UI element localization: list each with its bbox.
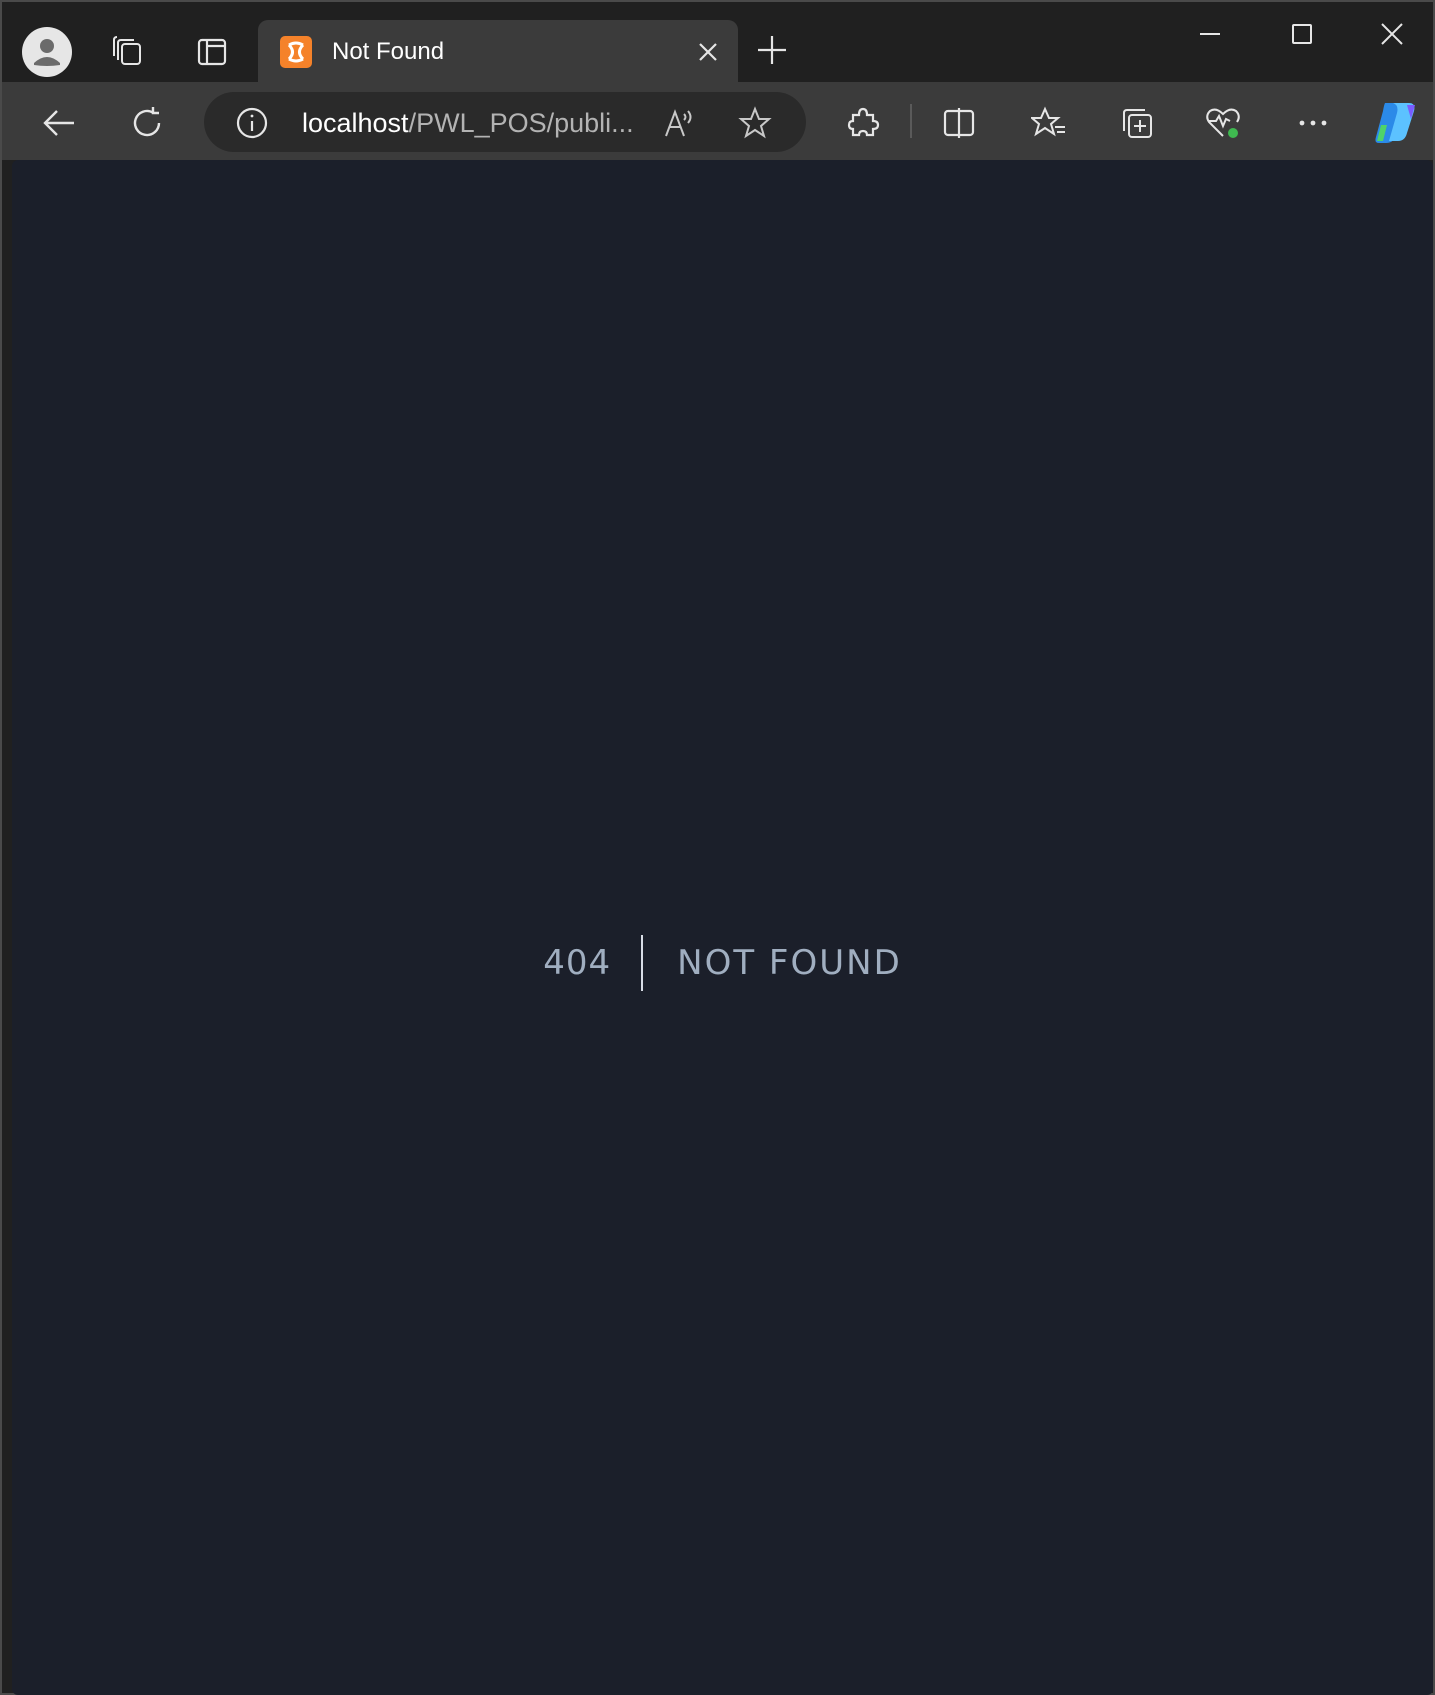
title-bar: Not Found bbox=[2, 2, 1433, 82]
vertical-tabs-icon[interactable] bbox=[192, 32, 232, 72]
tab-not-found[interactable]: Not Found bbox=[258, 20, 738, 82]
url-path: /PWL_POS/publi... bbox=[408, 108, 634, 138]
url-host: localhost bbox=[302, 108, 409, 138]
error-code: 404 bbox=[543, 942, 612, 983]
extensions-icon[interactable] bbox=[842, 102, 884, 144]
plus-icon[interactable] bbox=[754, 32, 790, 68]
info-icon[interactable] bbox=[234, 105, 270, 141]
collections-icon[interactable] bbox=[1116, 102, 1158, 144]
read-aloud-icon[interactable] bbox=[660, 104, 698, 142]
page-viewport: 404 NOT FOUND bbox=[12, 160, 1433, 1695]
error-content: 404 NOT FOUND bbox=[543, 934, 902, 991]
profile-icon[interactable] bbox=[22, 27, 72, 77]
back-arrow-icon[interactable] bbox=[38, 102, 80, 144]
more-icon[interactable] bbox=[1292, 102, 1334, 144]
tab-title: Not Found bbox=[332, 38, 445, 65]
xampp-icon bbox=[280, 36, 312, 68]
workspaces-icon[interactable] bbox=[108, 32, 148, 72]
url-text[interactable]: localhost/PWL_POS/publi... bbox=[302, 108, 634, 139]
maximize-icon[interactable] bbox=[1284, 16, 1320, 52]
refresh-icon[interactable] bbox=[126, 102, 168, 144]
star-icon[interactable] bbox=[736, 104, 774, 142]
error-message: NOT FOUND bbox=[677, 942, 902, 983]
browser-window: Not Found localhost/PWL_POS/publi... 404… bbox=[0, 0, 1435, 1695]
heartbeat-icon[interactable] bbox=[1202, 102, 1244, 144]
close-icon[interactable] bbox=[1374, 16, 1410, 52]
navigation-toolbar: localhost/PWL_POS/publi... bbox=[2, 82, 1433, 160]
split-screen-icon[interactable] bbox=[938, 102, 980, 144]
address-bar[interactable]: localhost/PWL_POS/publi... bbox=[204, 92, 806, 152]
close-tab-icon[interactable] bbox=[692, 36, 724, 68]
error-container: 404 NOT FOUND bbox=[12, 160, 1433, 1695]
minimize-icon[interactable] bbox=[1192, 16, 1228, 52]
toolbar-separator bbox=[910, 104, 912, 138]
copilot-icon[interactable] bbox=[1370, 96, 1422, 148]
favorites-icon[interactable] bbox=[1028, 102, 1070, 144]
